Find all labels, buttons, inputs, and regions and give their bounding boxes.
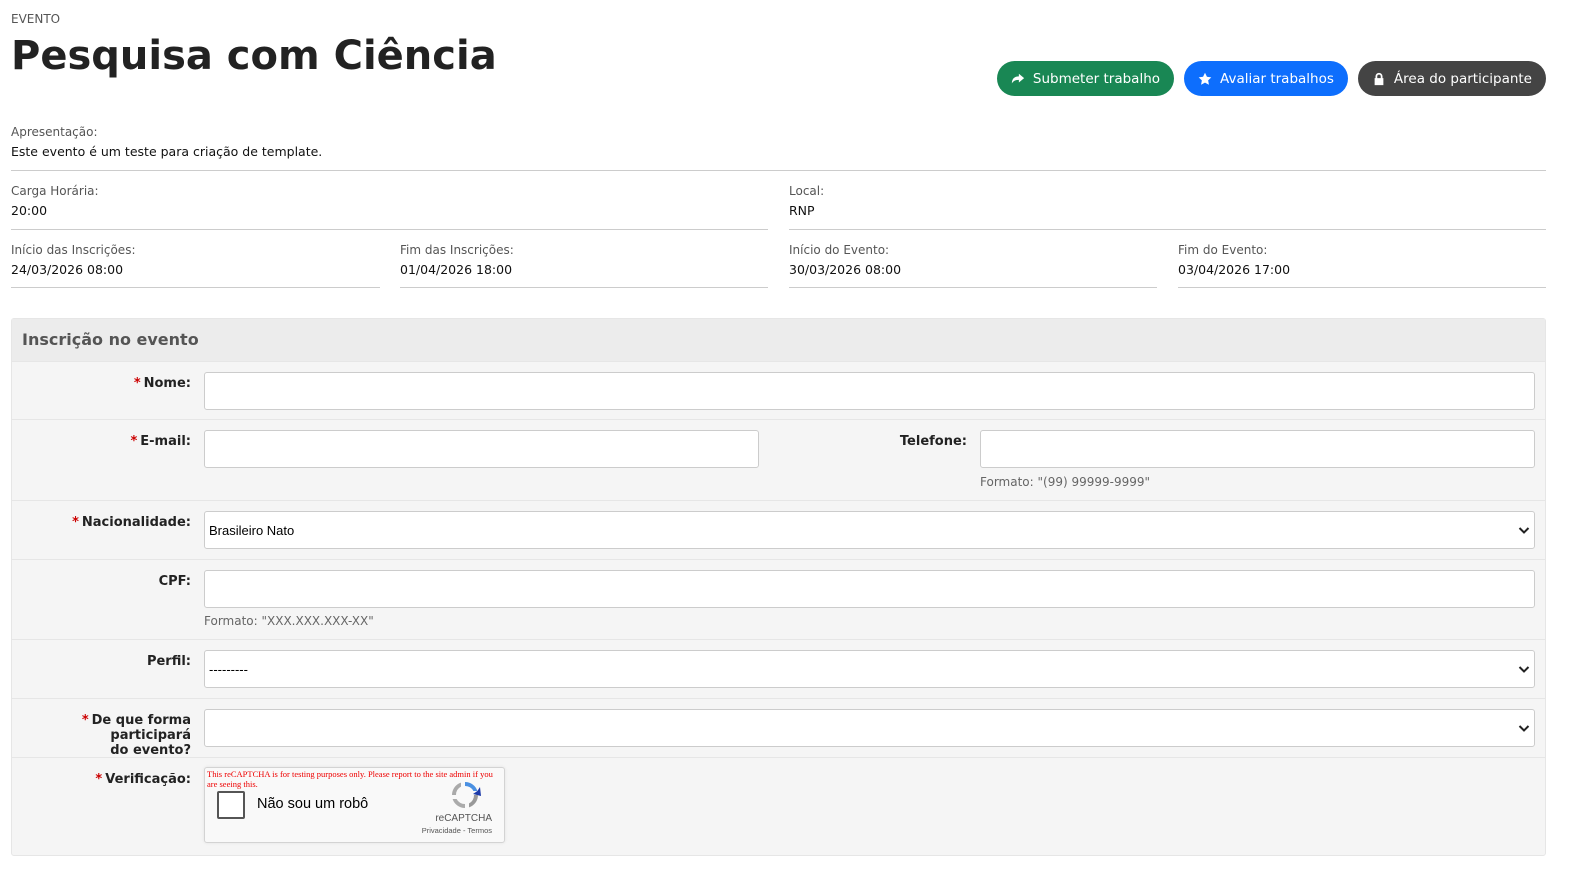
nationality-select[interactable]: Brasileiro Nato bbox=[204, 511, 1535, 549]
reg-start-value: 24/03/2026 08:00 bbox=[11, 262, 124, 277]
registration-panel: Inscrição no evento * Nome: * E-mail: Tele… bbox=[11, 318, 1546, 856]
nationality-row: * Nacionalidade: Brasileiro Nato bbox=[12, 500, 1545, 559]
cpf-format-hint: Formato: "XXX.XXX.XXX-XX" bbox=[204, 614, 374, 628]
required-mark: * bbox=[72, 515, 79, 530]
participant-area-label: Área do participante bbox=[1393, 70, 1532, 87]
contact-row: * E-mail: Telefone: Formato: "(99) 99999-… bbox=[12, 419, 1545, 500]
email-label: * E-mail: bbox=[130, 434, 191, 449]
reg-start-label: Início das Inscrições: bbox=[11, 243, 136, 257]
reg-end-value: 01/04/2026 18:00 bbox=[400, 262, 513, 277]
verification-label-text: Verificação: bbox=[105, 772, 191, 787]
workload-label: Carga Horária: bbox=[11, 184, 99, 198]
name-input[interactable] bbox=[204, 372, 1535, 410]
cpf-label: CPF: bbox=[159, 574, 191, 589]
event-start-value: 30/03/2026 08:00 bbox=[789, 262, 902, 277]
required-mark: * bbox=[81, 713, 89, 728]
registration-panel-title: Inscrição no evento bbox=[12, 319, 1545, 361]
email-input[interactable] bbox=[204, 430, 759, 468]
profile-row: Perfil: --------- bbox=[12, 639, 1545, 698]
workload-block: Carga Horária: 20:00 bbox=[11, 184, 768, 230]
reg-start-block: Início das Inscrições: 24/03/2026 08:00 bbox=[11, 243, 380, 288]
recaptcha-brand: reCAPTCHA bbox=[435, 813, 492, 824]
recaptcha-icon bbox=[451, 781, 481, 809]
required-mark: * bbox=[130, 434, 138, 449]
submit-work-button[interactable]: Submeter trabalho bbox=[996, 61, 1175, 96]
profile-select[interactable]: --------- bbox=[204, 650, 1535, 688]
presentation-label: Apresentação: bbox=[11, 125, 98, 139]
required-mark: * bbox=[95, 772, 103, 787]
location-label: Local: bbox=[789, 184, 825, 198]
action-bar: Submeter trabalho Avaliar trabalhos Área… bbox=[996, 61, 1546, 96]
evaluate-works-button[interactable]: Avaliar trabalhos bbox=[1184, 61, 1348, 96]
recaptcha-checkbox-label: Não sou um robô bbox=[257, 796, 369, 812]
recaptcha-checkbox[interactable] bbox=[217, 791, 245, 819]
lock-icon bbox=[1374, 72, 1384, 85]
required-mark: * bbox=[133, 376, 141, 391]
participation-select[interactable] bbox=[204, 709, 1535, 747]
cpf-input[interactable] bbox=[204, 570, 1535, 608]
location-block: Local: RNP bbox=[789, 184, 1546, 230]
star-icon bbox=[1198, 72, 1212, 85]
name-label: * Nome: bbox=[134, 376, 191, 391]
phone-input[interactable] bbox=[980, 430, 1535, 468]
participation-row: * De que forma participará do evento? bbox=[12, 698, 1545, 758]
location-value: RNP bbox=[789, 203, 815, 218]
share-arrow-icon bbox=[1011, 73, 1025, 83]
event-end-block: Fim do Evento: 03/04/2026 17:00 bbox=[1178, 243, 1546, 288]
participation-label: * De que forma participará do evento? bbox=[12, 713, 191, 758]
participation-label-line2: do evento? bbox=[110, 743, 191, 758]
recaptcha-widget: This reCAPTCHA is for testing purposes o… bbox=[204, 767, 505, 843]
submit-work-label: Submeter trabalho bbox=[1032, 70, 1161, 87]
name-label-text: Nome: bbox=[143, 376, 191, 391]
phone-format-hint: Formato: "(99) 99999-9999" bbox=[980, 475, 1151, 489]
profile-label-text: Perfil: bbox=[146, 654, 191, 669]
nationality-label-text: Nacionalidade: bbox=[81, 515, 191, 530]
phone-label: Telefone: bbox=[900, 434, 967, 449]
reg-end-label: Fim das Inscrições: bbox=[400, 243, 514, 257]
event-end-label: Fim do Evento: bbox=[1178, 243, 1268, 257]
chevron-down-icon bbox=[1518, 666, 1530, 673]
profile-selected-value: --------- bbox=[209, 661, 248, 677]
event-start-label: Início do Evento: bbox=[789, 243, 890, 257]
nationality-selected-value: Brasileiro Nato bbox=[209, 522, 295, 538]
participant-area-button[interactable]: Área do participante bbox=[1357, 61, 1546, 96]
presentation-block: Apresentação: Este evento é um teste par… bbox=[11, 125, 1546, 171]
page-title: Pesquisa com Ciência bbox=[11, 33, 497, 79]
eyebrow: EVENTO bbox=[11, 12, 61, 26]
evaluate-works-label: Avaliar trabalhos bbox=[1220, 70, 1334, 87]
name-row: * Nome: bbox=[12, 361, 1545, 419]
recaptcha-links[interactable]: Privacidade - Termos bbox=[422, 826, 492, 835]
nationality-label: * Nacionalidade: bbox=[72, 515, 191, 530]
participation-label-line1: De que forma participará bbox=[91, 713, 191, 743]
chevron-down-icon bbox=[1518, 725, 1530, 732]
profile-label: Perfil: bbox=[147, 654, 191, 669]
cpf-label-text: CPF: bbox=[158, 574, 191, 589]
chevron-down-icon bbox=[1518, 527, 1530, 534]
workload-value: 20:00 bbox=[11, 203, 48, 218]
presentation-value: Este evento é um teste para criação de t… bbox=[11, 144, 323, 159]
phone-label-text: Telefone: bbox=[899, 434, 967, 449]
reg-end-block: Fim das Inscrições: 01/04/2026 18:00 bbox=[400, 243, 768, 288]
email-label-text: E-mail: bbox=[140, 434, 191, 449]
cpf-row: CPF: Formato: "XXX.XXX.XXX-XX" bbox=[12, 559, 1545, 639]
verification-label: * Verificação: bbox=[95, 772, 191, 787]
event-start-block: Início do Evento: 30/03/2026 08:00 bbox=[789, 243, 1157, 288]
event-end-value: 03/04/2026 17:00 bbox=[1178, 262, 1291, 277]
